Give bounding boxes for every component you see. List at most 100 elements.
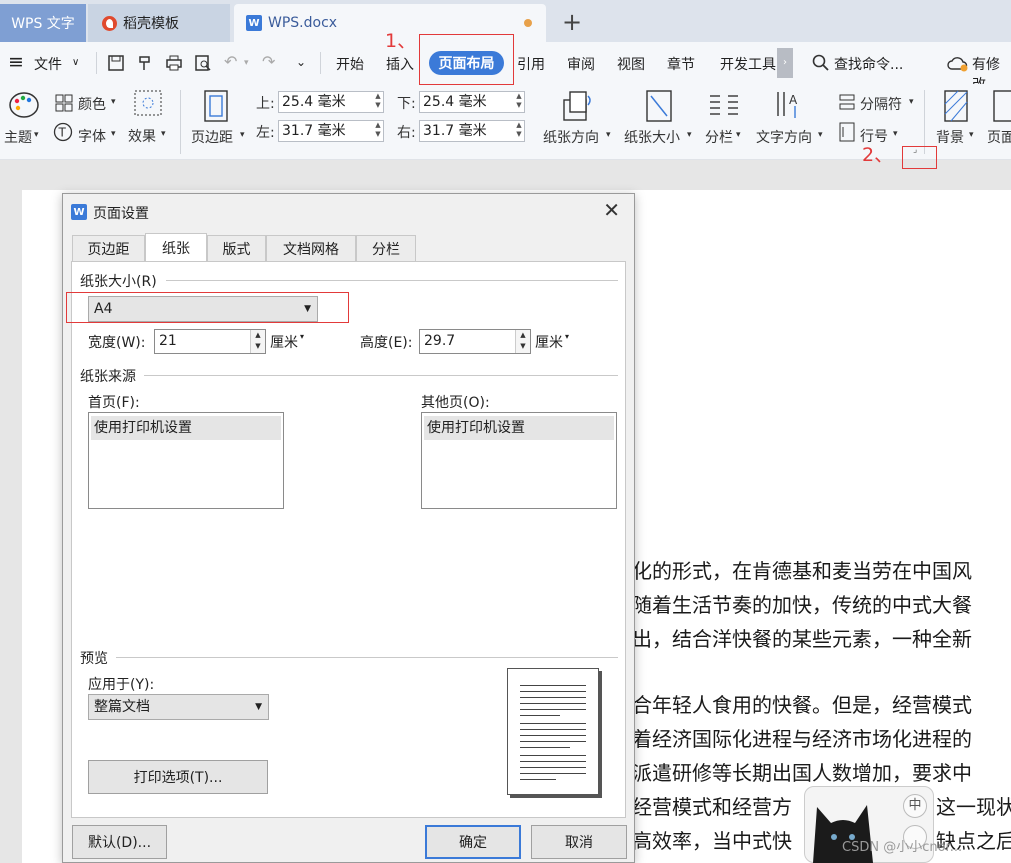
first-page-list-item[interactable]: 使用打印机设置 bbox=[91, 416, 281, 440]
undo-icon[interactable]: ↶ bbox=[224, 52, 237, 71]
close-icon[interactable]: ✕ bbox=[603, 198, 620, 222]
page-border-icon[interactable] bbox=[992, 90, 1011, 122]
line-number-icon[interactable] bbox=[838, 122, 856, 142]
theme-button[interactable]: 主题 bbox=[4, 127, 32, 147]
margin-bottom-input[interactable]: 25.4 毫米 ▲ ▼ bbox=[419, 91, 525, 113]
default-button[interactable]: 默认(D)... bbox=[72, 825, 167, 859]
orientation-button[interactable]: 纸张方向 bbox=[543, 127, 599, 147]
menu-scroll-right-icon[interactable]: › bbox=[777, 48, 793, 78]
background-icon[interactable] bbox=[943, 90, 969, 122]
other-pages-list-item[interactable]: 使用打印机设置 bbox=[424, 416, 614, 440]
background-button[interactable]: 背景 bbox=[936, 127, 964, 147]
text-direction-button[interactable]: 文字方向 bbox=[756, 127, 812, 147]
margins-button[interactable]: 页边距 bbox=[191, 127, 233, 147]
margin-top-input[interactable]: 25.4 毫米 ▲ ▼ bbox=[278, 91, 384, 113]
columns-dropdown-icon[interactable]: ▾ bbox=[736, 130, 741, 140]
ime-mode-button[interactable]: 中 bbox=[903, 794, 927, 818]
first-page-list[interactable]: 使用打印机设置 bbox=[88, 412, 284, 509]
separator-button[interactable]: 分隔符 bbox=[860, 94, 902, 114]
theme-palette-icon[interactable] bbox=[8, 90, 40, 120]
text-direction-dropdown-icon[interactable]: ▾ bbox=[818, 130, 823, 140]
menu-chapter[interactable]: 章节 bbox=[667, 54, 695, 74]
margin-right-input[interactable]: 31.7 毫米 ▲ ▼ bbox=[419, 120, 525, 142]
unsaved-dot-icon bbox=[524, 19, 532, 27]
tab-paper[interactable]: 纸张 bbox=[145, 233, 207, 262]
line-number-dropdown-icon[interactable]: ▾ bbox=[893, 129, 898, 139]
menu-file[interactable]: 文件 bbox=[34, 54, 62, 74]
height-label: 高度(E): bbox=[360, 335, 413, 351]
font-dropdown-icon[interactable]: ▾ bbox=[111, 129, 116, 139]
margin-bottom-spinner[interactable]: ▲ ▼ bbox=[514, 92, 524, 112]
margins-dropdown-icon[interactable]: ▾ bbox=[240, 130, 245, 140]
svg-text:T: T bbox=[58, 126, 67, 140]
print-options-button[interactable]: 打印选项(T)... bbox=[88, 760, 268, 794]
tab-layout[interactable]: 版式 bbox=[207, 235, 266, 261]
margin-left-input[interactable]: 31.7 毫米 ▲ ▼ bbox=[278, 120, 384, 142]
columns-icon[interactable] bbox=[708, 93, 742, 119]
search-command-input[interactable]: 查找命令... bbox=[834, 54, 903, 74]
menu-view[interactable]: 视图 bbox=[617, 54, 645, 74]
hamburger-icon[interactable]: ≡ bbox=[8, 51, 24, 73]
file-chevron-icon[interactable]: ∨ bbox=[72, 57, 79, 68]
tab-doc-grid[interactable]: 文档网格 bbox=[266, 235, 356, 261]
print-icon[interactable] bbox=[165, 54, 183, 72]
apply-to-select[interactable]: 整篇文档 ▼ bbox=[88, 694, 269, 720]
height-unit[interactable]: 厘米 bbox=[535, 332, 563, 352]
menu-insert[interactable]: 插入 bbox=[386, 54, 414, 74]
preview-line bbox=[520, 697, 586, 698]
width-value: 21 bbox=[159, 333, 177, 349]
tab-margins[interactable]: 页边距 bbox=[72, 235, 145, 261]
cloud-sync-icon[interactable] bbox=[947, 54, 969, 72]
separator-dropdown-icon[interactable]: ▾ bbox=[909, 97, 914, 107]
columns-button[interactable]: 分栏 bbox=[705, 127, 733, 147]
doc-text-line: 出，结合洋快餐的某些元素，一种全新 bbox=[632, 627, 972, 651]
customize-quickbar-icon[interactable]: ⌄ bbox=[296, 55, 306, 69]
margin-left-spinner[interactable]: ▲ ▼ bbox=[373, 121, 383, 141]
color-scheme-icon[interactable] bbox=[55, 94, 73, 112]
other-pages-list[interactable]: 使用打印机设置 bbox=[421, 412, 617, 509]
paper-size-dropdown-icon[interactable]: ▾ bbox=[687, 130, 692, 140]
effects-dropdown-icon[interactable]: ▾ bbox=[161, 129, 166, 139]
menu-home[interactable]: 开始 bbox=[336, 54, 364, 74]
font-theme-icon[interactable]: T bbox=[53, 122, 73, 142]
height-spinner[interactable]: ▲ ▼ bbox=[515, 330, 530, 353]
margin-top-spinner[interactable]: ▲ ▼ bbox=[373, 92, 383, 112]
width-unit-dropdown-icon[interactable]: ▾ bbox=[300, 332, 304, 341]
tab-template[interactable]: 稻壳模板 bbox=[88, 4, 230, 42]
effects-button[interactable]: 效果 bbox=[128, 126, 156, 146]
margins-icon[interactable] bbox=[203, 90, 229, 122]
paper-size-button[interactable]: 纸张大小 bbox=[624, 127, 680, 147]
background-dropdown-icon[interactable]: ▾ bbox=[969, 130, 974, 140]
color-button[interactable]: 颜色 bbox=[78, 94, 106, 114]
cancel-button[interactable]: 取消 bbox=[531, 825, 627, 859]
orientation-icon[interactable] bbox=[562, 90, 594, 122]
text-direction-icon[interactable]: A bbox=[775, 90, 807, 120]
menu-developer[interactable]: 开发工具 bbox=[720, 54, 780, 74]
menu-references[interactable]: 引用 bbox=[517, 54, 545, 74]
print-preview-icon[interactable] bbox=[194, 54, 212, 72]
width-unit[interactable]: 厘米 bbox=[270, 332, 298, 352]
undo-dropdown-icon[interactable]: ▾ bbox=[244, 58, 249, 68]
page-border-button[interactable]: 页面 bbox=[987, 127, 1011, 147]
separator-icon[interactable] bbox=[838, 93, 856, 111]
menu-review[interactable]: 审阅 bbox=[567, 54, 595, 74]
height-input[interactable]: 29.7 ▲ ▼ bbox=[419, 329, 531, 354]
orientation-dropdown-icon[interactable]: ▾ bbox=[606, 130, 611, 140]
width-spinner[interactable]: ▲ ▼ bbox=[250, 330, 265, 353]
font-button[interactable]: 字体 bbox=[78, 126, 106, 146]
paper-size-icon[interactable] bbox=[645, 90, 673, 122]
height-unit-dropdown-icon[interactable]: ▾ bbox=[565, 332, 569, 341]
save-icon[interactable] bbox=[107, 54, 125, 72]
redo-icon[interactable]: ↷ bbox=[262, 52, 275, 71]
effects-icon[interactable] bbox=[134, 90, 162, 116]
width-input[interactable]: 21 ▲ ▼ bbox=[154, 329, 266, 354]
theme-dropdown-icon[interactable]: ▾ bbox=[34, 130, 39, 140]
new-tab-button[interactable]: + bbox=[562, 8, 582, 36]
tab-columns[interactable]: 分栏 bbox=[356, 235, 416, 261]
margin-right-spinner[interactable]: ▲ ▼ bbox=[514, 121, 524, 141]
ok-button[interactable]: 确定 bbox=[425, 825, 521, 859]
tab-template-label: 稻壳模板 bbox=[123, 16, 179, 32]
color-dropdown-icon[interactable]: ▾ bbox=[111, 97, 116, 107]
tab-wps-writer[interactable]: WPS 文字 bbox=[0, 4, 86, 42]
format-painter-icon[interactable] bbox=[136, 54, 154, 72]
